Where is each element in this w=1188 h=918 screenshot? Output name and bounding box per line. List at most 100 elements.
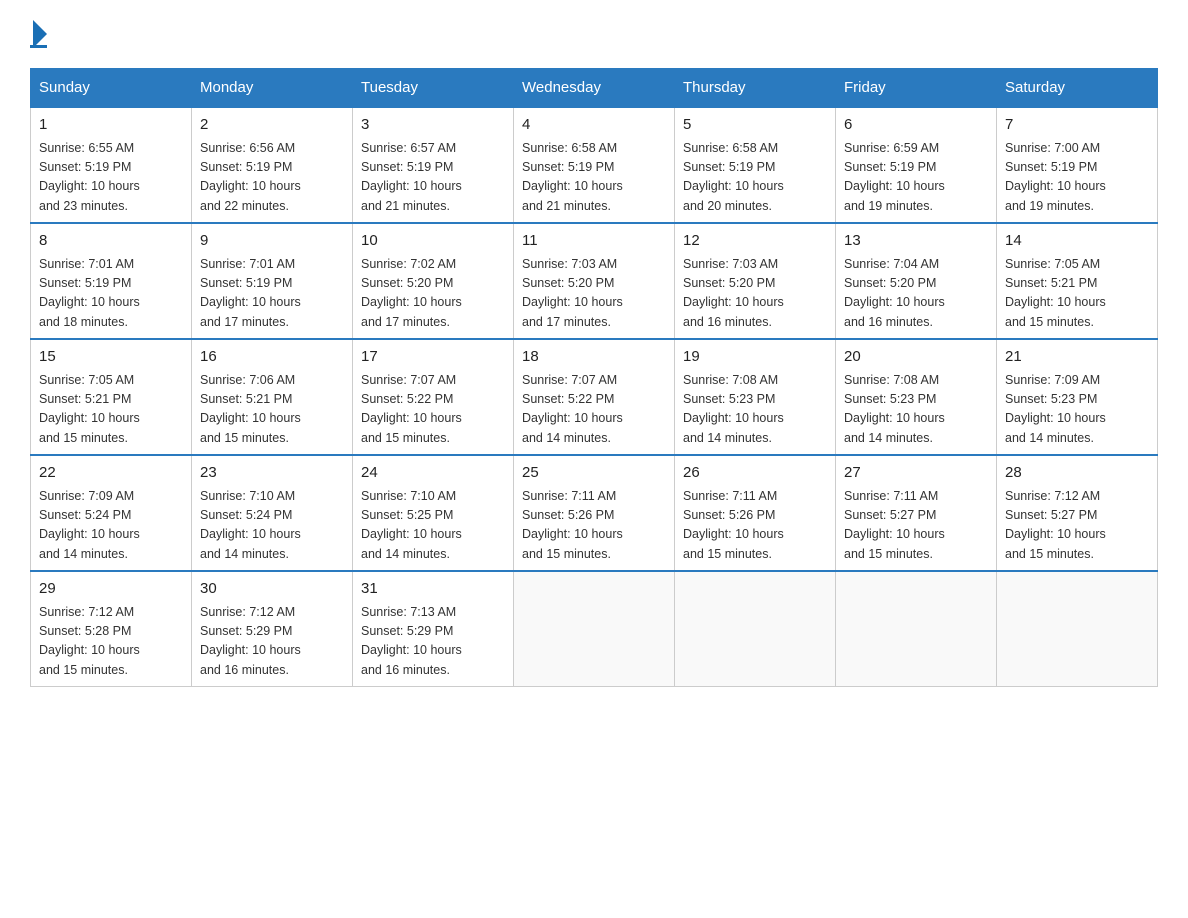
day-info: Sunrise: 7:08 AMSunset: 5:23 PMDaylight:… [683,371,827,449]
logo [30,20,47,48]
calendar-week-row: 29Sunrise: 7:12 AMSunset: 5:28 PMDayligh… [31,571,1158,687]
calendar-cell: 30Sunrise: 7:12 AMSunset: 5:29 PMDayligh… [192,571,353,687]
calendar-cell: 31Sunrise: 7:13 AMSunset: 5:29 PMDayligh… [353,571,514,687]
day-number: 13 [844,230,988,253]
calendar-cell: 22Sunrise: 7:09 AMSunset: 5:24 PMDayligh… [31,455,192,571]
day-info: Sunrise: 6:56 AMSunset: 5:19 PMDaylight:… [200,139,344,217]
day-number: 6 [844,114,988,137]
col-header-monday: Monday [192,69,353,108]
calendar-table: SundayMondayTuesdayWednesdayThursdayFrid… [30,68,1158,687]
day-info: Sunrise: 7:01 AMSunset: 5:19 PMDaylight:… [39,255,183,333]
day-info: Sunrise: 7:02 AMSunset: 5:20 PMDaylight:… [361,255,505,333]
day-number: 25 [522,462,666,485]
day-number: 11 [522,230,666,253]
col-header-saturday: Saturday [997,69,1158,108]
calendar-cell: 17Sunrise: 7:07 AMSunset: 5:22 PMDayligh… [353,339,514,455]
day-number: 16 [200,346,344,369]
day-info: Sunrise: 6:58 AMSunset: 5:19 PMDaylight:… [522,139,666,217]
col-header-wednesday: Wednesday [514,69,675,108]
day-number: 30 [200,578,344,601]
col-header-thursday: Thursday [675,69,836,108]
day-number: 15 [39,346,183,369]
day-info: Sunrise: 7:09 AMSunset: 5:24 PMDaylight:… [39,487,183,565]
day-info: Sunrise: 7:12 AMSunset: 5:28 PMDaylight:… [39,603,183,681]
col-header-tuesday: Tuesday [353,69,514,108]
day-info: Sunrise: 7:12 AMSunset: 5:27 PMDaylight:… [1005,487,1149,565]
page-header [30,20,1158,48]
calendar-cell: 27Sunrise: 7:11 AMSunset: 5:27 PMDayligh… [836,455,997,571]
calendar-cell: 21Sunrise: 7:09 AMSunset: 5:23 PMDayligh… [997,339,1158,455]
day-info: Sunrise: 6:59 AMSunset: 5:19 PMDaylight:… [844,139,988,217]
day-number: 5 [683,114,827,137]
day-number: 31 [361,578,505,601]
day-number: 28 [1005,462,1149,485]
calendar-week-row: 8Sunrise: 7:01 AMSunset: 5:19 PMDaylight… [31,223,1158,339]
day-number: 26 [683,462,827,485]
day-info: Sunrise: 7:13 AMSunset: 5:29 PMDaylight:… [361,603,505,681]
day-number: 18 [522,346,666,369]
calendar-cell: 10Sunrise: 7:02 AMSunset: 5:20 PMDayligh… [353,223,514,339]
calendar-cell [675,571,836,687]
day-number: 22 [39,462,183,485]
calendar-cell: 20Sunrise: 7:08 AMSunset: 5:23 PMDayligh… [836,339,997,455]
day-info: Sunrise: 7:00 AMSunset: 5:19 PMDaylight:… [1005,139,1149,217]
col-header-friday: Friday [836,69,997,108]
calendar-cell: 6Sunrise: 6:59 AMSunset: 5:19 PMDaylight… [836,107,997,223]
day-number: 1 [39,114,183,137]
calendar-cell: 19Sunrise: 7:08 AMSunset: 5:23 PMDayligh… [675,339,836,455]
day-number: 27 [844,462,988,485]
calendar-cell: 3Sunrise: 6:57 AMSunset: 5:19 PMDaylight… [353,107,514,223]
day-info: Sunrise: 7:03 AMSunset: 5:20 PMDaylight:… [683,255,827,333]
day-info: Sunrise: 7:11 AMSunset: 5:26 PMDaylight:… [683,487,827,565]
day-info: Sunrise: 7:07 AMSunset: 5:22 PMDaylight:… [522,371,666,449]
day-number: 9 [200,230,344,253]
day-info: Sunrise: 7:07 AMSunset: 5:22 PMDaylight:… [361,371,505,449]
calendar-week-row: 1Sunrise: 6:55 AMSunset: 5:19 PMDaylight… [31,107,1158,223]
day-info: Sunrise: 7:01 AMSunset: 5:19 PMDaylight:… [200,255,344,333]
calendar-cell [836,571,997,687]
day-number: 8 [39,230,183,253]
day-info: Sunrise: 7:09 AMSunset: 5:23 PMDaylight:… [1005,371,1149,449]
day-info: Sunrise: 6:57 AMSunset: 5:19 PMDaylight:… [361,139,505,217]
day-number: 29 [39,578,183,601]
calendar-cell: 15Sunrise: 7:05 AMSunset: 5:21 PMDayligh… [31,339,192,455]
calendar-cell [997,571,1158,687]
calendar-cell: 1Sunrise: 6:55 AMSunset: 5:19 PMDaylight… [31,107,192,223]
calendar-week-row: 15Sunrise: 7:05 AMSunset: 5:21 PMDayligh… [31,339,1158,455]
day-info: Sunrise: 7:10 AMSunset: 5:25 PMDaylight:… [361,487,505,565]
day-number: 24 [361,462,505,485]
calendar-header-row: SundayMondayTuesdayWednesdayThursdayFrid… [31,69,1158,108]
day-info: Sunrise: 7:04 AMSunset: 5:20 PMDaylight:… [844,255,988,333]
calendar-cell: 4Sunrise: 6:58 AMSunset: 5:19 PMDaylight… [514,107,675,223]
calendar-cell: 24Sunrise: 7:10 AMSunset: 5:25 PMDayligh… [353,455,514,571]
calendar-cell: 5Sunrise: 6:58 AMSunset: 5:19 PMDaylight… [675,107,836,223]
day-info: Sunrise: 7:03 AMSunset: 5:20 PMDaylight:… [522,255,666,333]
day-info: Sunrise: 6:55 AMSunset: 5:19 PMDaylight:… [39,139,183,217]
logo-underline [30,45,47,48]
calendar-cell: 9Sunrise: 7:01 AMSunset: 5:19 PMDaylight… [192,223,353,339]
day-number: 19 [683,346,827,369]
calendar-cell: 11Sunrise: 7:03 AMSunset: 5:20 PMDayligh… [514,223,675,339]
calendar-cell: 14Sunrise: 7:05 AMSunset: 5:21 PMDayligh… [997,223,1158,339]
day-info: Sunrise: 7:06 AMSunset: 5:21 PMDaylight:… [200,371,344,449]
day-number: 12 [683,230,827,253]
calendar-week-row: 22Sunrise: 7:09 AMSunset: 5:24 PMDayligh… [31,455,1158,571]
calendar-cell: 28Sunrise: 7:12 AMSunset: 5:27 PMDayligh… [997,455,1158,571]
calendar-cell: 25Sunrise: 7:11 AMSunset: 5:26 PMDayligh… [514,455,675,571]
calendar-cell: 2Sunrise: 6:56 AMSunset: 5:19 PMDaylight… [192,107,353,223]
calendar-cell: 23Sunrise: 7:10 AMSunset: 5:24 PMDayligh… [192,455,353,571]
calendar-cell: 8Sunrise: 7:01 AMSunset: 5:19 PMDaylight… [31,223,192,339]
day-number: 21 [1005,346,1149,369]
day-number: 23 [200,462,344,485]
day-number: 10 [361,230,505,253]
day-number: 20 [844,346,988,369]
day-info: Sunrise: 7:11 AMSunset: 5:26 PMDaylight:… [522,487,666,565]
day-number: 17 [361,346,505,369]
calendar-cell: 16Sunrise: 7:06 AMSunset: 5:21 PMDayligh… [192,339,353,455]
day-info: Sunrise: 7:11 AMSunset: 5:27 PMDaylight:… [844,487,988,565]
calendar-cell: 7Sunrise: 7:00 AMSunset: 5:19 PMDaylight… [997,107,1158,223]
day-number: 4 [522,114,666,137]
calendar-cell: 13Sunrise: 7:04 AMSunset: 5:20 PMDayligh… [836,223,997,339]
day-info: Sunrise: 6:58 AMSunset: 5:19 PMDaylight:… [683,139,827,217]
day-info: Sunrise: 7:05 AMSunset: 5:21 PMDaylight:… [1005,255,1149,333]
